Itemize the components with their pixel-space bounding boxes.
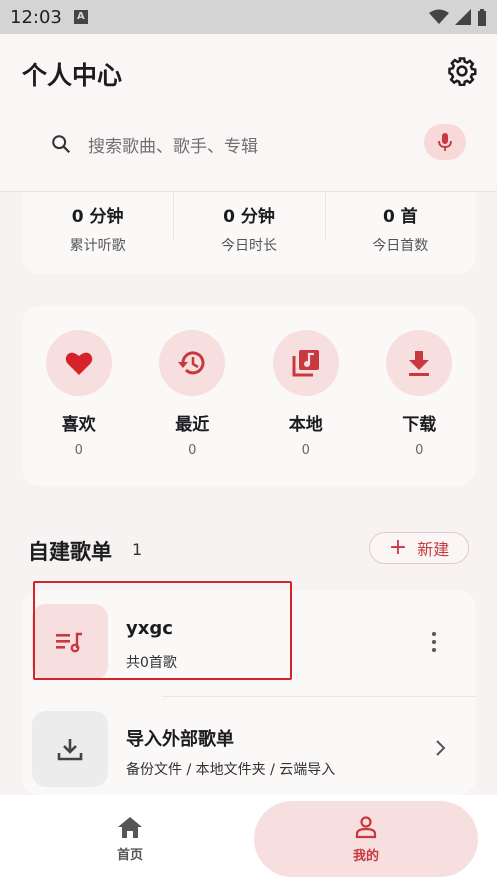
search-icon [52, 135, 71, 154]
import-cover [32, 711, 108, 787]
heart-icon [65, 352, 92, 375]
playlists-count: 1 [132, 540, 143, 559]
quick-count: 0 [415, 443, 424, 458]
import-title: 导入外部歌单 [126, 729, 234, 750]
nav-mine-label: 我的 [352, 848, 379, 864]
quick-download[interactable]: 下载 0 [363, 330, 477, 486]
quick-label: 下载 [402, 415, 437, 435]
listening-stats: 0 分钟 累计听歌 0 分钟 今日时长 0 首 今日首数 [22, 192, 476, 274]
highlight-box [33, 581, 292, 680]
chevron-right-icon [436, 740, 446, 756]
quick-count: 0 [188, 443, 197, 458]
download-icon [409, 351, 430, 376]
quick-label: 最近 [175, 415, 210, 435]
home-icon [118, 816, 142, 838]
divider [162, 696, 476, 697]
import-subtitle: 备份文件 / 本地文件夹 / 云端导入 [126, 762, 336, 778]
notification-a-icon: A [73, 10, 88, 24]
quick-icon-bg [386, 330, 453, 396]
battery-icon [478, 8, 486, 26]
mic-icon [438, 133, 452, 151]
import-playlist-item[interactable]: 导入外部歌单 备份文件 / 本地文件夹 / 云端导入 [32, 711, 476, 791]
quick-liked[interactable]: 喜欢 0 [22, 330, 136, 486]
stat-value: 0 分钟 [223, 207, 275, 227]
history-icon [178, 351, 205, 375]
quick-local[interactable]: 本地 0 [249, 330, 363, 486]
quick-count: 0 [301, 443, 310, 458]
status-bar: 12:03 A [0, 0, 497, 34]
stat-value: 0 分钟 [71, 207, 124, 227]
search-bar[interactable]: 搜索歌曲、歌手、专辑 [36, 122, 466, 166]
stat-total: 0 分钟 累计听歌 [22, 192, 173, 274]
quick-icon-bg [272, 330, 339, 396]
download-icon [57, 739, 83, 761]
stat-label: 累计听歌 [69, 238, 126, 254]
stat-label: 今日首数 [372, 238, 429, 254]
stat-label: 今日时长 [220, 238, 277, 254]
bottom-nav: 首页 我的 [0, 795, 497, 883]
quick-recent[interactable]: 最近 0 [136, 330, 250, 486]
new-playlist-label: 新建 [417, 540, 450, 559]
header: 个人中心 搜索歌曲、歌手、专辑 [0, 34, 497, 192]
page-title: 个人中心 [22, 61, 123, 90]
quick-access: 喜欢 0 最近 0 本地 0 下载 0 [22, 306, 476, 486]
stat-today-duration: 0 分钟 今日时长 [173, 192, 324, 274]
mic-button[interactable] [424, 124, 466, 160]
gear-icon[interactable] [447, 56, 477, 86]
nav-home[interactable]: 首页 [30, 803, 230, 875]
quick-label: 喜欢 [61, 415, 96, 435]
quick-icon-bg [159, 330, 226, 396]
quick-count: 0 [74, 443, 83, 458]
wifi-icon [429, 9, 449, 24]
library-music-icon [292, 350, 319, 377]
quick-icon-bg [45, 330, 112, 396]
signal-icon [455, 9, 471, 25]
nav-home-label: 首页 [116, 847, 143, 863]
person-icon [355, 815, 377, 838]
playlists-title: 自建歌单 [28, 540, 112, 564]
stat-today-count: 0 首 今日首数 [324, 192, 476, 274]
quick-label: 本地 [288, 415, 323, 435]
search-input[interactable]: 搜索歌曲、歌手、专辑 [88, 132, 258, 157]
nav-mine[interactable]: 我的 [254, 801, 478, 877]
plus-icon: + [388, 535, 408, 560]
status-time: 12:03 [10, 6, 62, 28]
new-playlist-button[interactable]: + 新建 [369, 532, 469, 564]
stat-value: 0 首 [382, 207, 418, 227]
more-vert-icon[interactable] [432, 632, 438, 656]
